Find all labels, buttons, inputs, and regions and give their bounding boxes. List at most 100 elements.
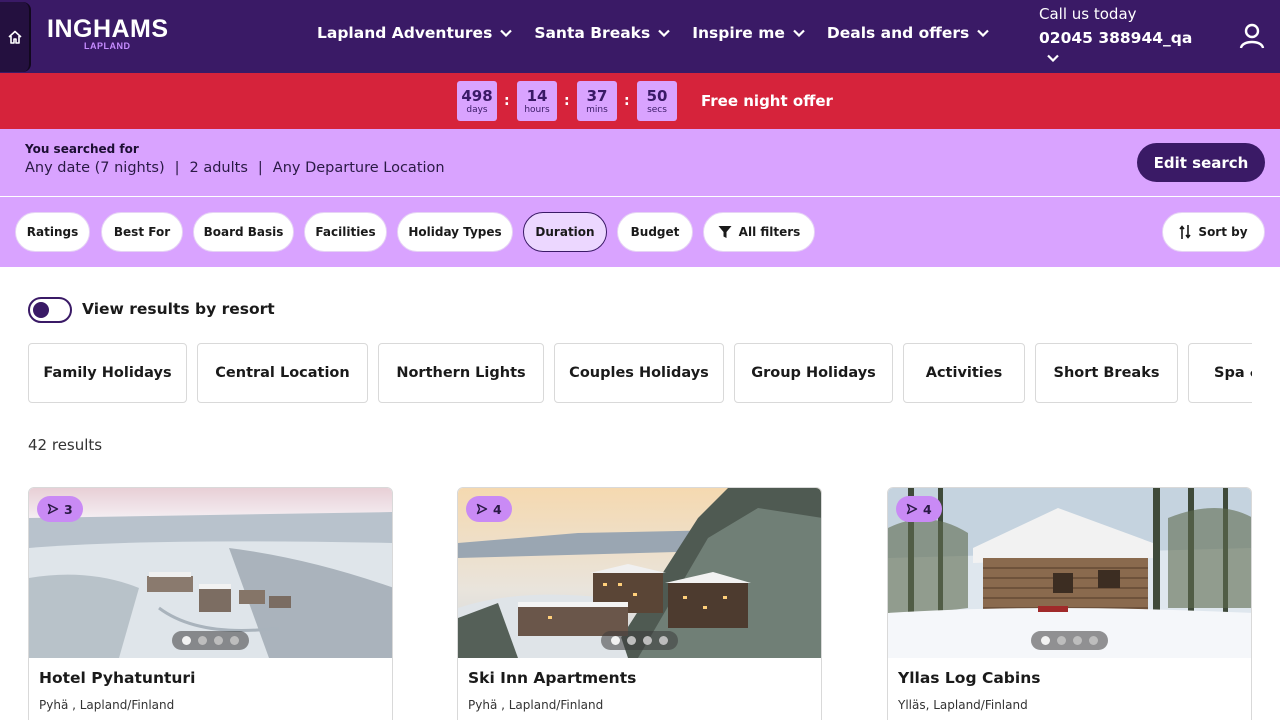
countdown-secs: 50 secs (637, 81, 677, 121)
view-by-resort-toggle[interactable] (28, 297, 72, 323)
countdown-unit: hours (524, 105, 550, 115)
offer-text[interactable]: Free night offer (701, 92, 833, 110)
hotel-card[interactable]: 4 Yllas Log Cabins Ylläs, Lapland/Finlan… (887, 487, 1252, 720)
image-carousel-dots[interactable] (601, 631, 678, 650)
call-label: Call us today (1039, 5, 1137, 23)
hotel-image[interactable]: 4 (888, 488, 1251, 658)
filter-chip-board-basis[interactable]: Board Basis (193, 212, 294, 252)
countdown-unit: secs (647, 105, 667, 115)
countdown-value: 37 (586, 87, 608, 105)
hotel-image[interactable]: 4 (458, 488, 821, 658)
call-us[interactable]: Call us today 02045 388944_qa (1039, 4, 1192, 66)
carousel-dot[interactable] (611, 636, 620, 645)
theme-tile-northern-lights[interactable]: Northern Lights (378, 343, 544, 403)
media-play-icon (476, 503, 488, 515)
all-filters-label: All filters (738, 225, 801, 239)
home-button[interactable] (0, 2, 31, 72)
nav-label: Santa Breaks (534, 24, 651, 42)
countdown-value: 50 (646, 87, 668, 105)
carousel-dot[interactable] (627, 636, 636, 645)
countdown-mins: 37 mins (577, 81, 617, 121)
hotel-name[interactable]: Yllas Log Cabins (898, 669, 1040, 687)
hotel-image[interactable]: 3 (29, 488, 392, 658)
user-icon[interactable] (1238, 22, 1266, 50)
edit-search-button[interactable]: Edit search (1137, 143, 1265, 182)
carousel-dot[interactable] (1089, 636, 1098, 645)
view-by-resort-label[interactable]: View results by resort (82, 300, 275, 318)
image-carousel-dots[interactable] (172, 631, 249, 650)
carousel-dot[interactable] (230, 636, 239, 645)
carousel-dot[interactable] (214, 636, 223, 645)
nav-lapland-adventures[interactable]: Lapland Adventures (317, 24, 513, 42)
search-summary: You searched for Any date (7 nights) | 2 a… (0, 129, 1280, 196)
countdown-value: 498 (461, 87, 493, 105)
sort-by-label: Sort by (1198, 225, 1248, 239)
filter-chip-budget[interactable]: Budget (617, 212, 693, 252)
brand-logo[interactable]: INGHAMS LAPLAND (47, 15, 169, 52)
chevron-down-icon (977, 29, 989, 37)
media-count: 4 (923, 501, 932, 517)
filter-chip-best-for[interactable]: Best For (101, 212, 183, 252)
home-icon (7, 30, 22, 44)
call-number[interactable]: 02045 388944_qa (1039, 29, 1192, 47)
sort-by-button[interactable]: Sort by (1162, 212, 1265, 252)
media-count-badge: 4 (896, 496, 942, 522)
nav-label: Deals and offers (826, 24, 970, 42)
hotel-name[interactable]: Ski Inn Apartments (468, 669, 636, 687)
countdown-separator: : (624, 93, 630, 109)
filter-chip-ratings[interactable]: Ratings (15, 212, 90, 252)
media-count: 3 (64, 501, 73, 517)
holiday-theme-carousel: Family Holidays Central Location Norther… (28, 343, 1252, 403)
media-count: 4 (493, 501, 502, 517)
hotel-card[interactable]: 4 Ski Inn Apartments Pyhä , Lapland/Finl… (457, 487, 822, 720)
media-play-icon (47, 503, 59, 515)
media-play-icon (906, 503, 918, 515)
theme-tile-short-breaks[interactable]: Short Breaks (1035, 343, 1178, 403)
hotel-location: Ylläs, Lapland/Finland (898, 698, 1028, 712)
offer-banner[interactable]: 498 days : 14 hours : 37 mins : 50 secs … (0, 73, 1280, 129)
theme-tile-activities[interactable]: Activities (903, 343, 1025, 403)
countdown-hours: 14 hours (517, 81, 557, 121)
nav-santa-breaks[interactable]: Santa Breaks (534, 24, 670, 42)
chevron-down-icon[interactable] (1047, 54, 1059, 63)
carousel-dot[interactable] (643, 636, 652, 645)
filter-icon (718, 226, 732, 238)
image-carousel-dots[interactable] (1031, 631, 1108, 650)
countdown-separator: : (504, 93, 510, 109)
nav-inspire-me[interactable]: Inspire me (692, 24, 805, 42)
main-nav: Lapland Adventures Santa Breaks Inspire … (317, 24, 1011, 42)
carousel-dot[interactable] (182, 636, 191, 645)
site-header: INGHAMS LAPLAND Lapland Adventures Santa… (0, 0, 1280, 73)
search-summary-title: You searched for (25, 142, 139, 156)
nav-label: Inspire me (692, 24, 785, 42)
carousel-dot[interactable] (1073, 636, 1082, 645)
hotel-name[interactable]: Hotel Pyhatunturi (39, 669, 195, 687)
search-guests: 2 adults (189, 160, 248, 176)
hotel-card[interactable]: 3 Hotel Pyhatunturi Pyhä , Lapland/Finla… (28, 487, 393, 720)
theme-tile-group-holidays[interactable]: Group Holidays (734, 343, 893, 403)
countdown-separator: : (564, 93, 570, 109)
nav-deals-and-offers[interactable]: Deals and offers (827, 24, 989, 42)
media-count-badge: 3 (37, 496, 83, 522)
filter-chip-facilities[interactable]: Facilities (304, 212, 387, 252)
brand-name: INGHAMS (47, 15, 169, 43)
countdown-days: 498 days (457, 81, 497, 121)
chevron-down-icon (793, 29, 805, 37)
theme-tile-spa-wellness[interactable]: Spa & Wellness (1188, 343, 1252, 403)
all-filters-button[interactable]: All filters (703, 212, 815, 252)
carousel-dot[interactable] (198, 636, 207, 645)
theme-tile-family-holidays[interactable]: Family Holidays (28, 343, 187, 403)
carousel-dot[interactable] (1057, 636, 1066, 645)
carousel-dot[interactable] (1041, 636, 1050, 645)
countdown-value: 14 (526, 87, 548, 105)
nav-label: Lapland Adventures (317, 24, 493, 42)
carousel-dot[interactable] (659, 636, 668, 645)
theme-tile-central-location[interactable]: Central Location (197, 343, 368, 403)
filter-chip-duration[interactable]: Duration (523, 212, 607, 252)
theme-tile-couples-holidays[interactable]: Couples Holidays (554, 343, 724, 403)
summary-separator: | (257, 160, 263, 176)
search-date: Any date (7 nights) (25, 160, 165, 176)
sort-icon (1179, 225, 1192, 239)
chevron-down-icon (500, 29, 513, 37)
filter-chip-holiday-types[interactable]: Holiday Types (397, 212, 513, 252)
